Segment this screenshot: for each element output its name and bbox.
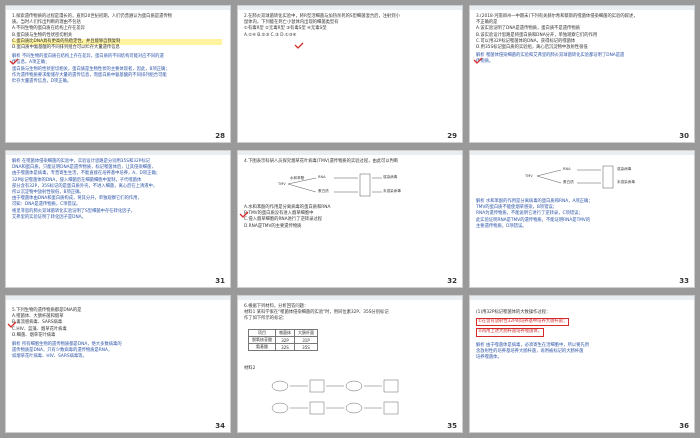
table-cell: 脱氧核苷酸 bbox=[248, 336, 276, 344]
option-line: D.蛋白质中氨基酸的不同排列组合可以贮存大量遗传信息 bbox=[12, 45, 120, 51]
analysis-line: 主要遗传物质，D项错误。 bbox=[476, 223, 527, 229]
table-row: 脱氧核苷酸 32P 31P bbox=[248, 336, 318, 344]
check-mark-icon bbox=[7, 313, 17, 328]
slide-29[interactable]: 2.在肺炎双球菌转化实验中，将R型活细菌与加热杀死的S型细菌混合后，注射到小 鼠… bbox=[237, 5, 463, 143]
table-cell: 35S bbox=[294, 343, 318, 351]
protein-label: 蛋白质 bbox=[563, 180, 574, 184]
slide-32[interactable]: 4.下图表示科研人员探究烟草花叶病毒(TMV)遗传物质的实验过程，由此可以判断 … bbox=[237, 150, 463, 288]
slide-number: 36 bbox=[679, 422, 689, 430]
slide-content: 5.下列生物的遗传物质都是DNA的是 A.噬菌体、大肠杆菌和烟草 B.禽流感病毒… bbox=[12, 308, 222, 361]
check-mark-icon bbox=[294, 34, 304, 49]
analysis-line: 如烟草花叶病毒、HIV、SARS病毒等。 bbox=[12, 354, 87, 360]
rna-label: RNA bbox=[563, 167, 571, 171]
answer-line: ①在含有放射性32P的培养基中培养大肠杆菌； bbox=[476, 318, 686, 327]
slide-content: 2.在肺炎双球菌转化实验中，将R型活细菌与加热杀死的S型细菌混合后，注射到小 鼠… bbox=[244, 14, 454, 39]
slide-35[interactable]: 6.根据下列材料，分析回答问题： 材料1 某科学家在"噬菌体侵染细菌的实验"时，… bbox=[237, 295, 463, 433]
table-cell: 氨基酸 bbox=[248, 343, 276, 351]
slide-28[interactable]: 1.探索遗传物质的过程是漫长的，直到20世纪初期，人们仍普遍认为蛋白质是遗传物 … bbox=[5, 5, 231, 143]
rna-label: RNA bbox=[318, 175, 326, 179]
protein-label: 蛋白质 bbox=[318, 189, 329, 193]
result-infected: 感染病毒 bbox=[617, 167, 632, 171]
answer-box: ②再用上述大肠杆菌培养噬菌体。 bbox=[476, 328, 545, 337]
slide-36[interactable]: (1)用32P标记噬菌体的大致操作过程： ①在含有放射性32P的培养基中培养大肠… bbox=[469, 295, 695, 433]
slide-content: 6.根据下列材料，分析回答问题： 材料1 某科学家在"噬菌体侵染细菌的实验"时，… bbox=[244, 304, 454, 323]
material-2-figure bbox=[271, 379, 399, 415]
analysis-line: 传物质。 bbox=[476, 59, 494, 65]
answer-line: ②再用上述大肠杆菌培养噬菌体。 bbox=[476, 328, 686, 337]
answer-box: ①在含有放射性32P的培养基中培养大肠杆菌； bbox=[476, 318, 570, 327]
diagram-arrows bbox=[536, 165, 614, 189]
check-mark-icon bbox=[473, 49, 483, 64]
slide-30[interactable]: 3.(2018·河南郑州一中期末)下列有关赫尔希和蔡斯的噬菌体侵染细菌的实验的叙… bbox=[469, 5, 695, 143]
label-table: 项目 噬菌体 大肠杆菌 脱氧核苷酸 32P 31P 氨基酸 32S 35S bbox=[248, 329, 318, 351]
slide-number: 32 bbox=[447, 277, 457, 285]
slide-content: 1.探索遗传物质的过程是漫长的，直到20世纪初期，人们仍普遍认为蛋白质是遗传物 … bbox=[12, 14, 222, 85]
option-line: A.①④ B.②③ C.③ D.①③④ bbox=[244, 32, 297, 38]
slide-31[interactable]: 解析 在噬菌体侵染细菌的实验中，实验设计思路是分别用35S和32P标记 DNA和… bbox=[5, 150, 231, 288]
analysis-line: 贮存大量遗传信息，D项正确。 bbox=[12, 79, 72, 85]
table-cell: 31P bbox=[294, 336, 318, 344]
slide-number: 30 bbox=[679, 132, 689, 140]
slide-number: 31 bbox=[215, 277, 225, 285]
question-line: 4.下图表示科研人员探究烟草花叶病毒(TMV)遗传物质的实验过程，由此可以判断 bbox=[244, 159, 399, 164]
slide-number: 34 bbox=[215, 422, 225, 430]
option-line: D.细菌、烟草花叶病毒 bbox=[12, 332, 56, 338]
slide-content: 解析 在噬菌体侵染细菌的实验中，实验设计思路是分别用35S和32P标记 DNA和… bbox=[12, 159, 222, 221]
slide-number: 28 bbox=[215, 132, 225, 140]
material-2-label: 材料2 bbox=[244, 366, 256, 371]
table-row: 氨基酸 32S 35S bbox=[248, 343, 318, 351]
tmv-label: TMV bbox=[525, 174, 533, 178]
result-not-infected: 未感染病毒 bbox=[383, 189, 401, 193]
slide-content: 解析 水和苯酚的作用是分离病毒的蛋白质和RNA，A项正确； TMV的蛋白质不能使… bbox=[476, 199, 686, 230]
option-line: D.用35S标记蛋白质的实验组，离心后沉淀物中放射性很低 bbox=[476, 45, 588, 51]
table-cell: 32P bbox=[275, 336, 295, 344]
check-mark-icon bbox=[9, 50, 19, 65]
analysis-line: 艾弗里的实验证明了转化因子是DNA。 bbox=[12, 214, 86, 220]
tmv-diagram: TMV RNA 蛋白质 感染病毒 未感染病毒 bbox=[525, 165, 655, 191]
tmv-diagram: TMV 水和苯酚 RNA 蛋白质 感染病毒 未感染病毒 bbox=[278, 173, 408, 201]
analysis-line: 培养噬菌体。 bbox=[476, 355, 502, 361]
table-header-row: 项目 噬菌体 大肠杆菌 bbox=[248, 329, 318, 337]
slide-number: 35 bbox=[447, 422, 457, 430]
result-infected: 感染病毒 bbox=[383, 175, 398, 179]
slide-number: 33 bbox=[679, 277, 689, 285]
slide-33[interactable]: TMV RNA 蛋白质 感染病毒 未感染病毒 解析 水和苯酚的作用是分离病毒的蛋… bbox=[469, 150, 695, 288]
table-header-cell: 项目 bbox=[248, 329, 276, 337]
material-line: 作了如下所示的标记： bbox=[244, 316, 287, 322]
slide-content: 4.下图表示科研人员探究烟草花叶病毒(TMV)遗传物质的实验过程，由此可以判断 bbox=[244, 159, 454, 165]
question-line: (1)用32P标记噬菌体的大致操作过程： bbox=[476, 310, 551, 315]
slide-content: 3.(2018·河南郑州一中期末)下列有关赫尔希和蔡斯的噬菌体侵染细菌的实验的叙… bbox=[476, 14, 686, 66]
table-header-cell: 噬菌体 bbox=[275, 329, 295, 337]
table-header-cell: 大肠杆菌 bbox=[294, 329, 318, 337]
check-mark-icon bbox=[239, 203, 249, 218]
slide-34[interactable]: 5.下列生物的遗传物质都是DNA的是 A.噬菌体、大肠杆菌和烟草 B.禽流感病毒… bbox=[5, 295, 231, 433]
slide-number: 29 bbox=[447, 132, 457, 140]
option-line: D.RNA是TMV的主要遗传物质 bbox=[244, 223, 302, 229]
table-cell: 32S bbox=[275, 343, 295, 351]
result-not-infected: 未感染病毒 bbox=[617, 180, 635, 184]
options: A.水和苯酚的作用是分离病毒的蛋白质和RNA B.TMV的蛋白质没有进入烟草细胞… bbox=[244, 205, 454, 230]
slide-content: (1)用32P标记噬菌体的大致操作过程： ①在含有放射性32P的培养基中培养大肠… bbox=[476, 310, 686, 361]
